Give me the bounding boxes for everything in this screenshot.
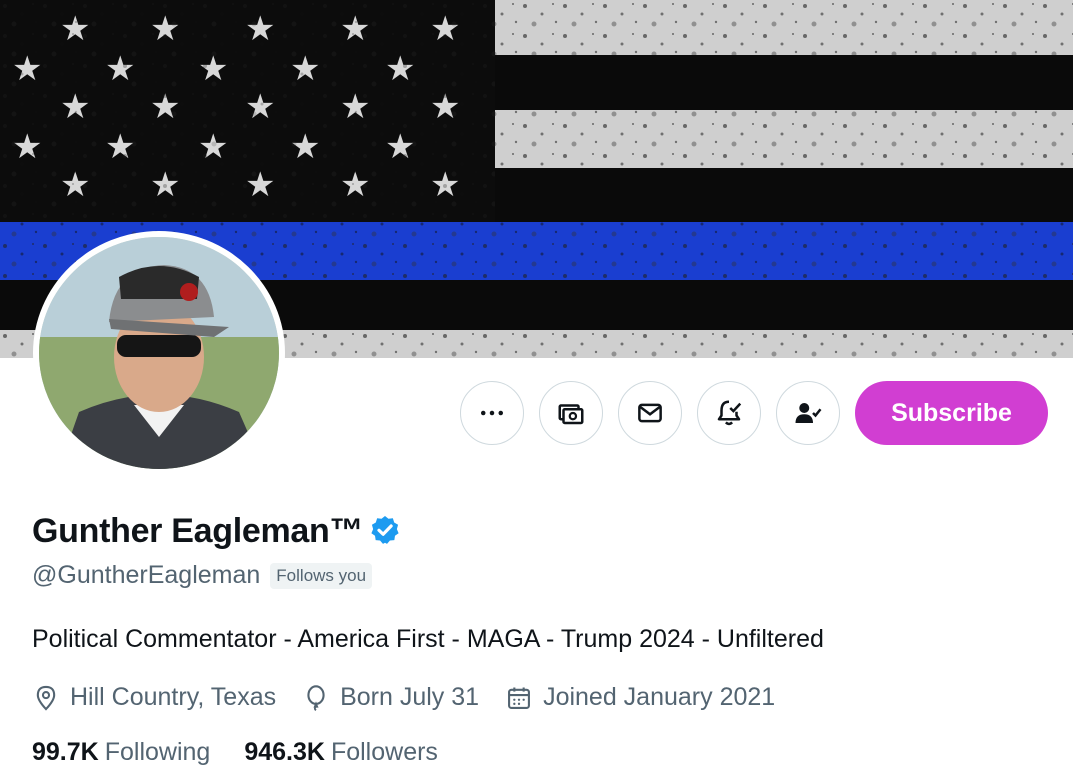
location-pin-icon: [36, 685, 56, 711]
more-icon: [481, 410, 503, 416]
joined-text: Joined January 2021: [543, 683, 776, 711]
bell-check-icon: [717, 400, 742, 426]
verified-badge-icon[interactable]: [369, 514, 401, 546]
person-check-icon: [795, 403, 822, 423]
following-button[interactable]: [776, 381, 840, 445]
following-count: 99.7K: [32, 738, 99, 766]
following-link[interactable]: 99.7K Following: [32, 738, 210, 767]
birthday-text: Born July 31: [340, 683, 480, 711]
joined-item: Joined January 2021: [505, 683, 775, 712]
subscribe-button[interactable]: Subscribe: [855, 381, 1048, 445]
tip-button[interactable]: [539, 381, 603, 445]
profile-stats: 99.7K Following 946.3K Followers: [32, 738, 472, 767]
envelope-icon: [638, 403, 662, 423]
profile-avatar[interactable]: [33, 231, 285, 475]
calendar-icon: [508, 687, 531, 709]
notifications-button[interactable]: [697, 381, 761, 445]
profile-actions: Subscribe: [460, 381, 1048, 445]
avatar-photo: [39, 237, 279, 469]
handle-row: @GuntherEagleman Follows you: [32, 561, 373, 590]
following-label: Following: [104, 738, 211, 766]
message-button[interactable]: [618, 381, 682, 445]
location-text: Hill Country, Texas: [70, 683, 277, 711]
location-item: Hill Country, Texas: [32, 683, 276, 712]
followers-link[interactable]: 946.3K Followers: [244, 738, 438, 767]
birthday-item: Born July 31: [302, 683, 479, 712]
followers-label: Followers: [330, 738, 438, 766]
user-handle: @GuntherEagleman: [32, 561, 261, 589]
balloon-icon: [307, 684, 325, 711]
more-button[interactable]: [460, 381, 524, 445]
display-name: Gunther Eagleman™: [32, 512, 364, 550]
followers-count: 946.3K: [244, 738, 325, 766]
profile-meta: Hill Country, Texas Born July 31 Joined …: [32, 683, 801, 712]
money-icon: [558, 404, 584, 425]
follows-you-badge: Follows you: [270, 562, 373, 589]
profile-bio: Political Commentator - America First - …: [32, 625, 824, 653]
name-row: Gunther Eagleman™: [32, 512, 401, 551]
